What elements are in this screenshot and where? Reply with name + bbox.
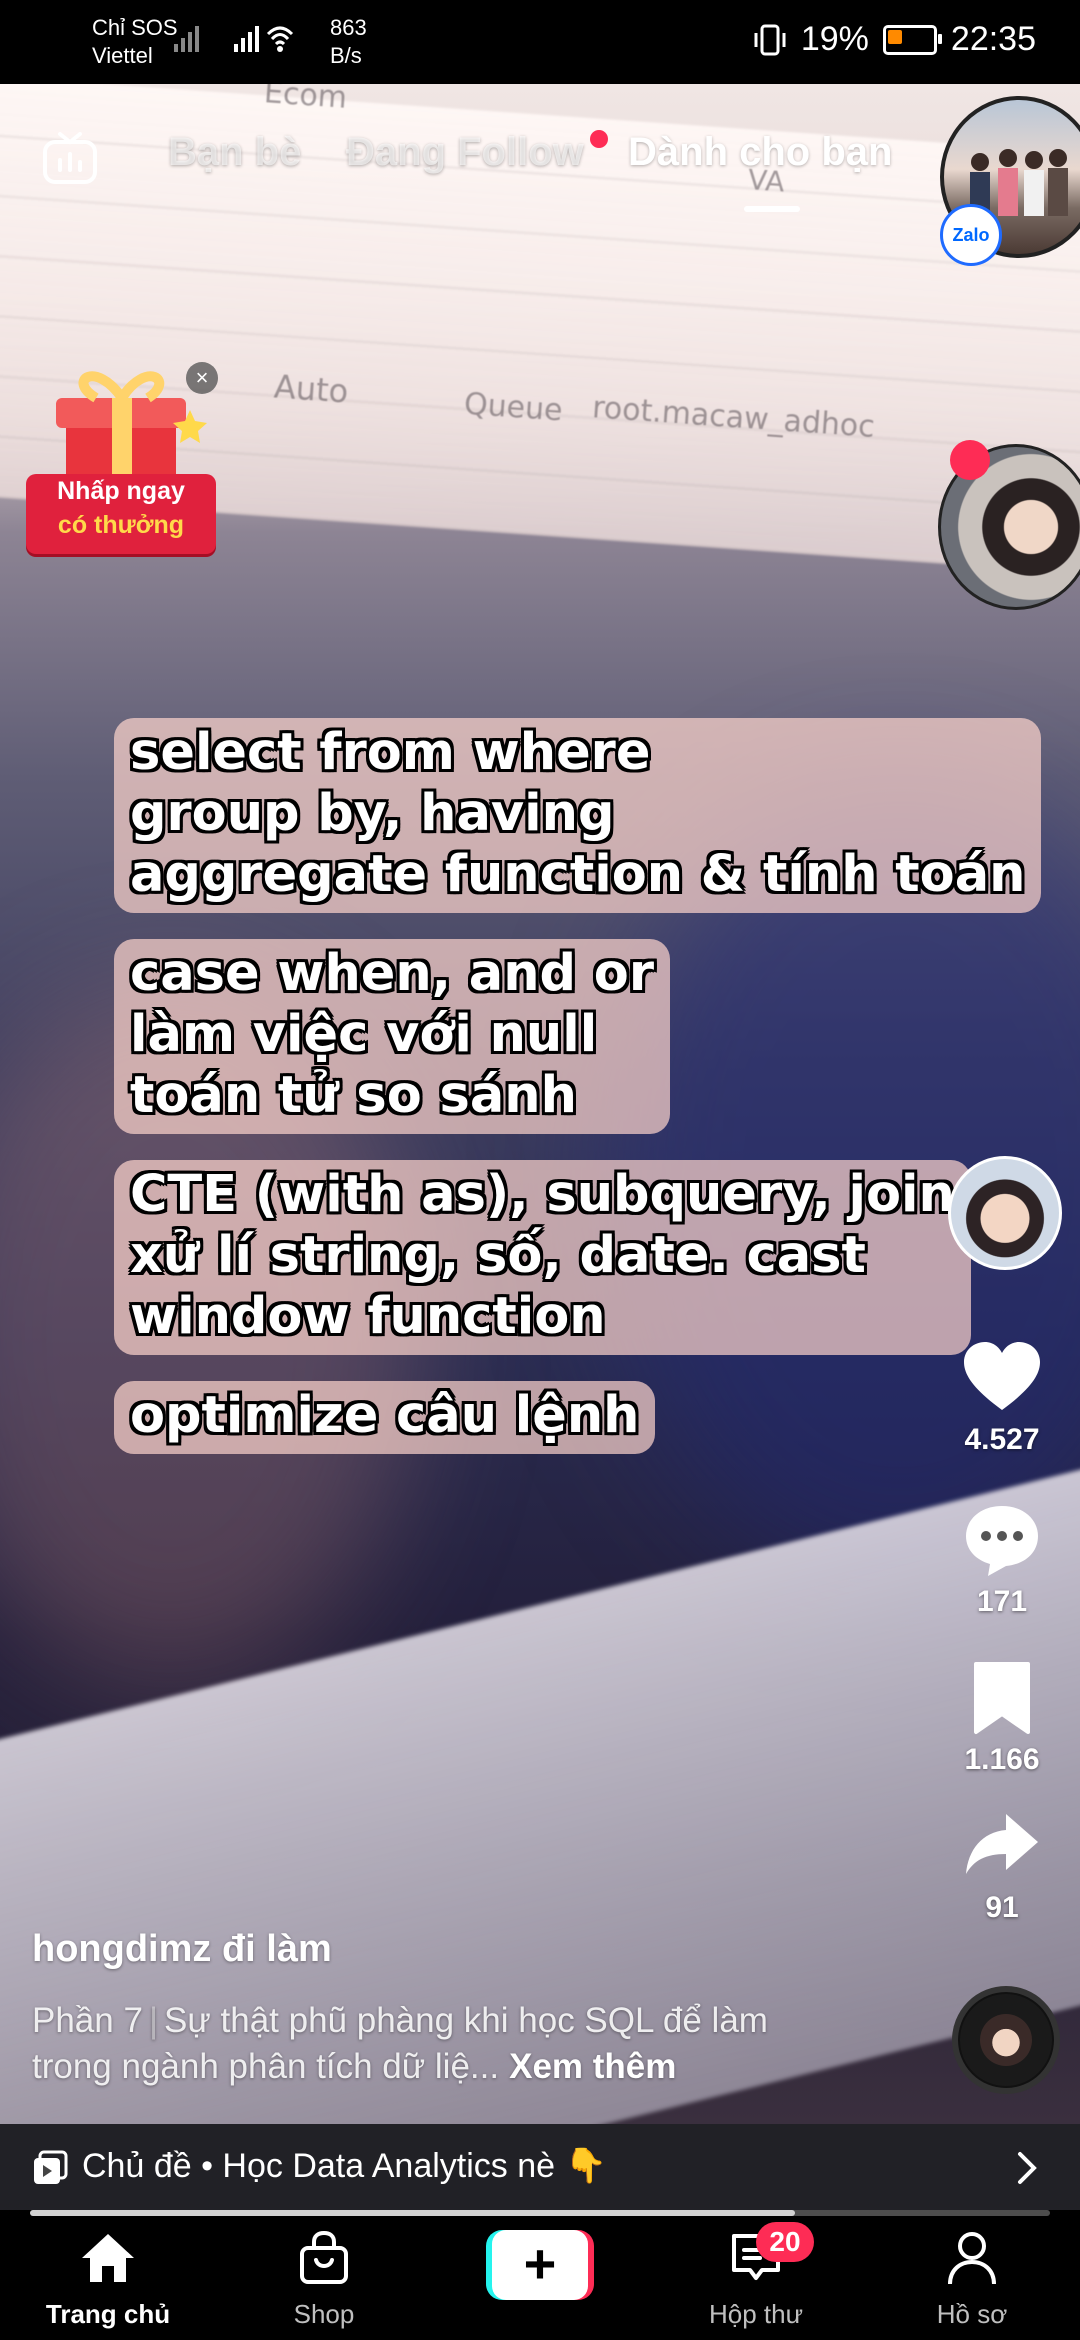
status-bar: Chỉ SOS Viettel 863 B/s 19% 22:35 xyxy=(0,0,1080,84)
caption-line: aggregate function & tính toán xyxy=(130,845,1026,904)
topic-label[interactable]: Chủ đề • Học Data Analytics nè 👇 xyxy=(82,2146,607,2186)
nav-shop-label: Shop xyxy=(293,2299,355,2329)
nav-profile-label: Hồ sơ xyxy=(936,2299,1008,2329)
share-action[interactable]: 91 xyxy=(940,1808,1064,1925)
following-notification-dot xyxy=(590,130,608,148)
video-captions: select from where group by, having aggre… xyxy=(114,718,1042,1480)
nav-home-label: Trang chủ xyxy=(45,2299,171,2329)
tab-following[interactable]: Đang Follow xyxy=(346,130,584,175)
bookmark-icon[interactable] xyxy=(962,1660,1042,1736)
net-speed-value: 863 xyxy=(330,15,367,40)
caption-line: group by, having xyxy=(130,784,615,843)
home-icon xyxy=(82,2234,134,2282)
share-count: 91 xyxy=(985,1891,1019,1924)
vibrate-icon xyxy=(754,24,786,55)
post-description[interactable]: Phần 7 | Sự thật phũ phàng khi học SQL để … xyxy=(32,1998,832,2090)
caption-line: optimize câu lệnh xyxy=(130,1386,640,1445)
tiktok-feed-screen: Ecom VA Auto Queue root.macaw_adhoc Chỉ … xyxy=(0,0,1080,2340)
post-separator: | xyxy=(148,2001,159,2040)
network-speed: 863 B/s xyxy=(330,14,367,70)
nav-inbox-label: Hộp thư xyxy=(708,2299,803,2329)
zalo-badge: Zalo xyxy=(940,204,1002,266)
profile-icon xyxy=(948,2232,996,2285)
like-count: 4.527 xyxy=(964,1423,1040,1456)
save-count: 1.166 xyxy=(964,1743,1040,1776)
carrier-name: Viettel xyxy=(92,43,153,68)
share-arrow-icon[interactable] xyxy=(962,1808,1042,1884)
promo-line1: Nhấp ngay xyxy=(57,477,185,505)
caption-line: CTE (with as), subquery, join xyxy=(130,1165,955,1224)
tab-for-you[interactable]: Dành cho bạn xyxy=(628,130,892,175)
live-tv-icon[interactable] xyxy=(40,128,100,188)
plus-icon: + xyxy=(492,2230,588,2300)
nav-profile[interactable]: Hồ sơ xyxy=(882,2230,1062,2330)
promo-line2: có thưởng xyxy=(57,511,185,539)
promo-close-button[interactable]: × xyxy=(186,362,218,394)
heart-icon[interactable] xyxy=(962,1340,1042,1416)
clock: 22:35 xyxy=(950,20,1036,58)
caption-line: case when, and or xyxy=(130,944,654,1003)
caption-block: CTE (with as), subquery, join xử lí stri… xyxy=(114,1160,971,1355)
battery-percent: 19% xyxy=(800,20,869,58)
caption-line: xử lí string, số, date. cast xyxy=(130,1226,866,1285)
carrier-info: Chỉ SOS Viettel xyxy=(92,14,178,70)
caption-line: select from where xyxy=(130,723,651,782)
live-indicator-dot xyxy=(950,440,990,480)
save-action[interactable]: 1.166 xyxy=(940,1660,1064,1777)
video-text-auto: Auto xyxy=(272,367,350,411)
nav-home[interactable]: Trang chủ xyxy=(18,2230,198,2330)
see-more-link[interactable]: Xem thêm xyxy=(509,2047,676,2086)
playlist-icon xyxy=(34,2150,68,2184)
inbox-badge: 20 xyxy=(756,2222,814,2262)
nav-shop[interactable]: Shop xyxy=(234,2230,414,2330)
caption-block: case when, and or làm việc với null toán… xyxy=(114,939,670,1134)
creator-avatar[interactable] xyxy=(948,1156,1062,1270)
caption-block: optimize câu lệnh xyxy=(114,1381,656,1454)
create-post-button[interactable]: + xyxy=(486,2230,594,2300)
signal-icon xyxy=(174,26,294,52)
caption-line: toán tử so sánh xyxy=(130,1066,577,1125)
promo-label[interactable]: Nhấp ngay có thưởng xyxy=(26,474,216,554)
post-part: Phần 7 xyxy=(32,2001,143,2040)
active-tab-indicator xyxy=(744,206,800,212)
music-disc-icon[interactable] xyxy=(952,1986,1060,2094)
net-speed-unit: B/s xyxy=(330,43,362,68)
post-username[interactable]: hongdimz đi làm xyxy=(32,1928,332,1971)
status-right: 19% 22:35 xyxy=(753,20,1036,59)
video-text-queue: Queue xyxy=(462,386,564,429)
battery-icon xyxy=(882,24,942,55)
carrier-sos: Chỉ SOS xyxy=(92,15,178,40)
like-action[interactable]: 4.527 xyxy=(940,1340,1064,1457)
tab-friends[interactable]: Bạn bè xyxy=(168,130,301,175)
chevron-right-icon[interactable] xyxy=(1014,2148,1040,2188)
comment-action[interactable]: 171 xyxy=(940,1502,1064,1619)
caption-line: window function xyxy=(130,1287,606,1346)
comment-count: 171 xyxy=(976,1585,1028,1618)
caption-line: làm việc với null xyxy=(130,1005,598,1064)
caption-block: select from where group by, having aggre… xyxy=(114,718,1042,913)
shopping-bag-icon xyxy=(300,2230,348,2284)
comment-icon[interactable] xyxy=(962,1502,1042,1578)
